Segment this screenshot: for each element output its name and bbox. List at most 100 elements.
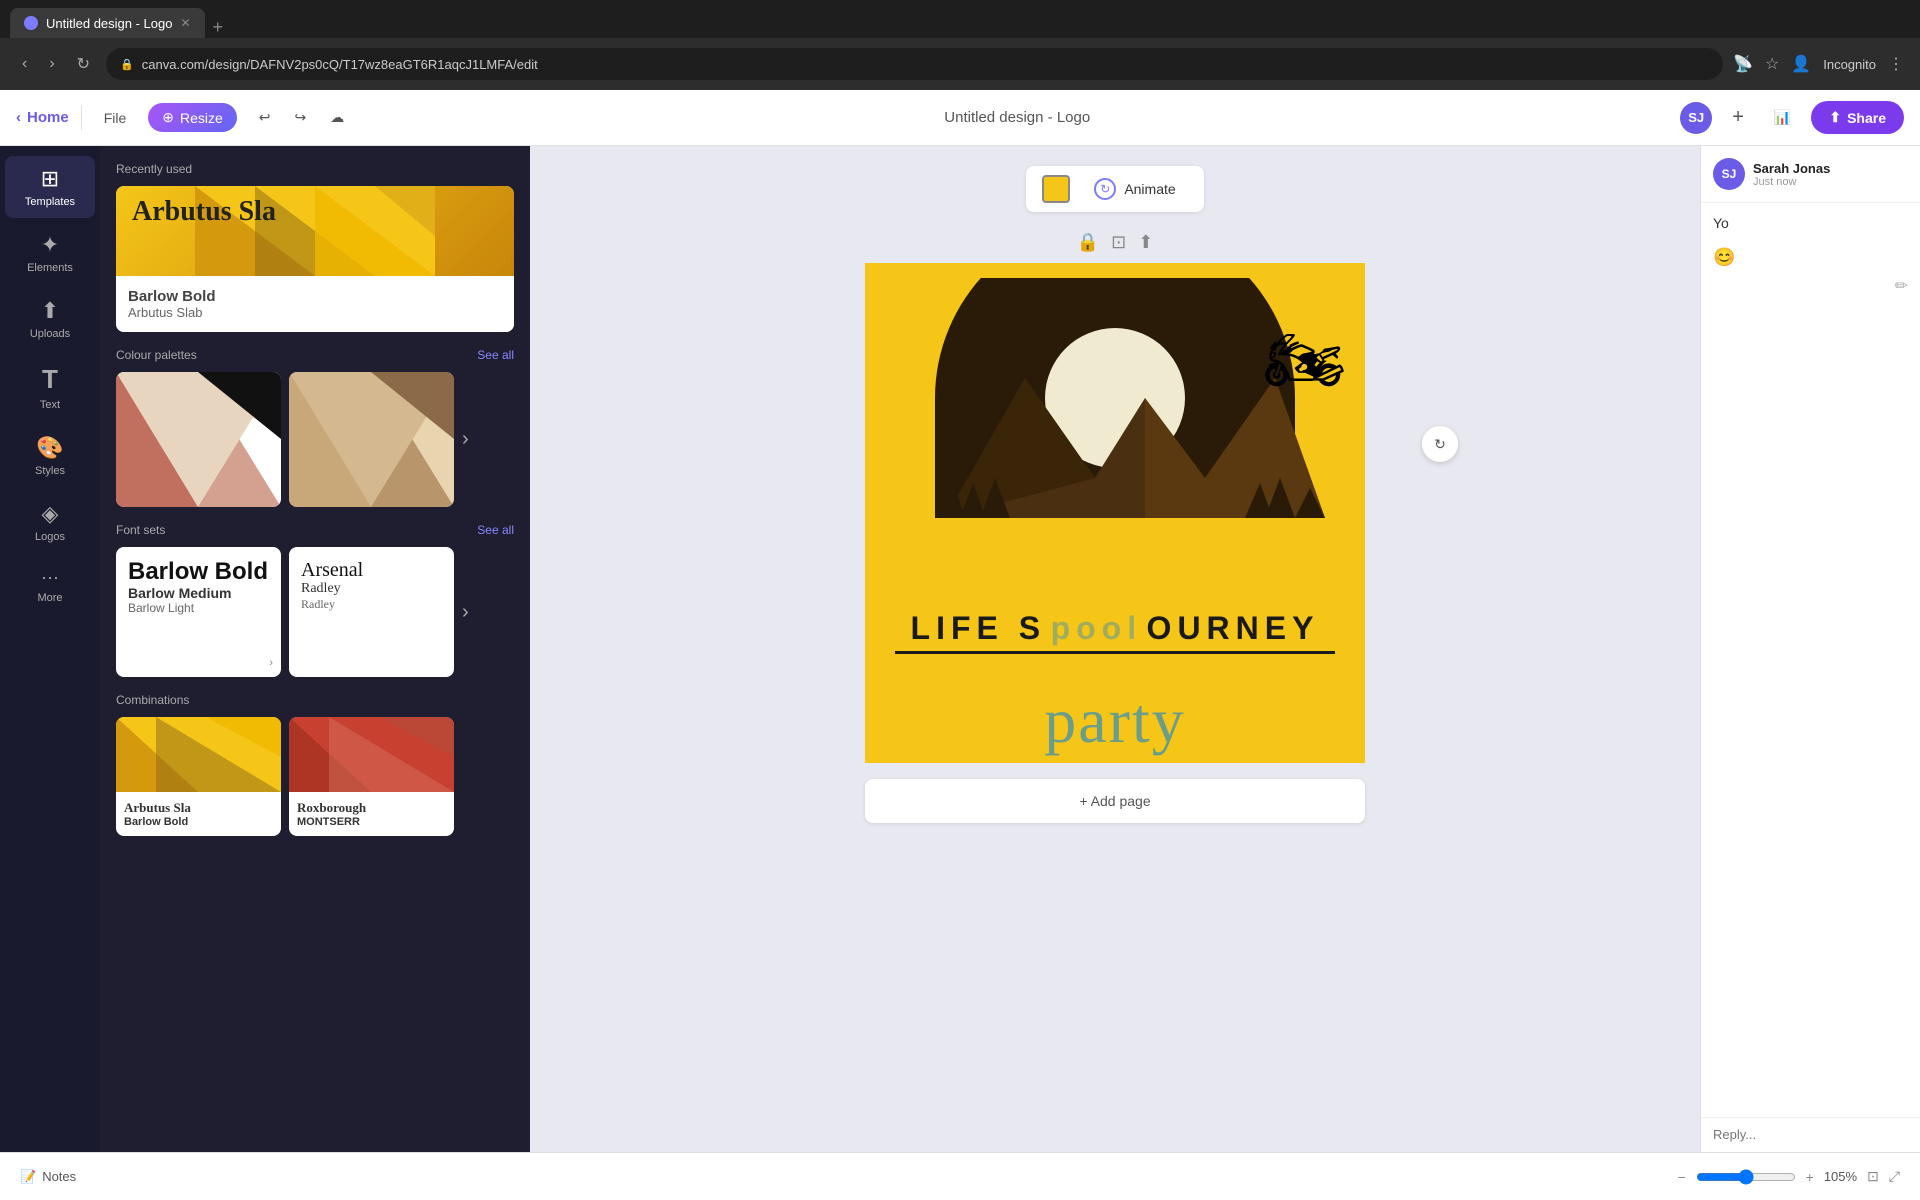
resize-button[interactable]: ⊕ Resize (148, 103, 237, 132)
user-avatar: SJ (1680, 102, 1712, 134)
styles-label: Styles (35, 465, 65, 477)
share-button[interactable]: ⬆ Share (1811, 101, 1904, 134)
reply-input[interactable] (1713, 1127, 1908, 1142)
address-bar[interactable]: 🔒 canva.com/design/DAFNV2ps0cQ/T17wz8eaG… (106, 48, 1723, 80)
combo-svg-2 (289, 717, 454, 792)
comment-reply-area[interactable] (1701, 1117, 1920, 1152)
add-page-button[interactable]: + Add page (865, 779, 1365, 823)
sidebar-item-logos[interactable]: ◈ Logos (5, 491, 95, 553)
menu-icon[interactable]: ⋮ (1888, 54, 1904, 74)
combo-card-2[interactable]: Roxborough MONTSERR (289, 717, 454, 836)
sidebar-item-elements[interactable]: ✦ Elements (5, 222, 95, 284)
zoom-slider[interactable] (1696, 1169, 1796, 1185)
fit-page-icon[interactable]: ⊡ (1867, 1168, 1879, 1185)
design-title: Untitled design - Logo (944, 109, 1090, 126)
notes-button[interactable]: 📝 Notes (20, 1169, 76, 1185)
analytics-button[interactable]: 📊 (1764, 103, 1801, 132)
comment-avatar: SJ (1713, 158, 1745, 190)
zoom-value: 105% (1824, 1169, 1857, 1184)
combo2-font1: Roxborough (297, 800, 446, 816)
edit-comment-icon[interactable]: ✏ (1701, 272, 1920, 300)
tab-bar: Untitled design - Logo ✕ + (0, 0, 1920, 38)
zoom-in-icon[interactable]: + (1806, 1169, 1814, 1185)
combo1-font1: Arbutus Sla (124, 800, 273, 816)
fs1-name2: Barlow Medium (128, 585, 269, 601)
rotate-circle[interactable]: ↻ (1422, 426, 1458, 462)
text-label: Text (40, 399, 60, 411)
home-label: Home (27, 109, 69, 126)
fs2-name3: Radley (301, 597, 442, 612)
fontset-card-1[interactable]: Barlow Bold Barlow Medium Barlow Light › (116, 547, 281, 677)
fontsets-row: Barlow Bold Barlow Medium Barlow Light ›… (116, 547, 514, 677)
combo-svg-1 (116, 717, 281, 792)
combo-card-1[interactable]: Arbutus Sla Barlow Bold (116, 717, 281, 836)
canvas-area: ↻ Animate 🔒 ⊡ ⬆ (530, 146, 1700, 1152)
forward-button[interactable]: › (43, 51, 60, 77)
elements-icon: ✦ (41, 232, 59, 258)
combinations-row: Arbutus Sla Barlow Bold Roxb (116, 717, 514, 836)
incognito-label: Incognito (1823, 57, 1876, 72)
canvas-frame: 🏍 LIFE S pool OURNEY party (865, 263, 1365, 763)
url-text: canva.com/design/DAFNV2ps0cQ/T17wz8eaGT6… (142, 57, 538, 72)
lock-canvas-icon[interactable]: 🔒 (1077, 232, 1099, 253)
canvas-toolbar: ↻ Animate (1026, 166, 1203, 212)
replace-icon[interactable]: ⊡ (1111, 232, 1126, 253)
palette-next-icon[interactable]: › (462, 428, 469, 451)
logos-icon: ◈ (42, 501, 59, 527)
profile-icon[interactable]: 👤 (1791, 54, 1811, 74)
palette-card-2[interactable] (289, 372, 454, 507)
recently-used-card[interactable]: Arbutus Sla Barlow Bold Arbutus Slab (116, 186, 514, 332)
pool-party-text: party (865, 684, 1365, 758)
ru-preview: Arbutus Sla (116, 186, 514, 276)
pool-overlay: pool (1051, 610, 1143, 646)
cast-icon[interactable]: 📡 (1733, 54, 1753, 74)
fontsets-see-all[interactable]: See all (477, 523, 514, 537)
active-tab[interactable]: Untitled design - Logo ✕ (10, 8, 205, 38)
new-tab-button[interactable]: + (213, 17, 224, 38)
main-area: ⊞ Templates ✦ Elements ⬆ Uploads T Text … (0, 146, 1920, 1152)
bookmark-icon[interactable]: ☆ (1765, 54, 1779, 74)
zoom-out-icon[interactable]: − (1677, 1169, 1685, 1185)
add-button[interactable]: + (1722, 100, 1754, 135)
sidebar-item-templates[interactable]: ⊞ Templates (5, 156, 95, 218)
design-canvas[interactable]: 🏍 LIFE S pool OURNEY party (865, 263, 1365, 763)
home-button[interactable]: ‹ Home (16, 109, 69, 126)
app: ‹ Home File ⊕ Resize ↩ ↪ ☁ Untitled desi… (0, 90, 1920, 1200)
palettes-see-all[interactable]: See all (477, 348, 514, 362)
color-swatch[interactable] (1042, 175, 1070, 203)
comment-time: Just now (1753, 176, 1830, 188)
recently-used-label: Recently used (116, 162, 514, 176)
fs2-name2: Radley (301, 581, 442, 597)
palette-svg-2 (289, 372, 454, 507)
ru-font-preview: Arbutus Sla (132, 196, 276, 228)
sidebar-item-text[interactable]: T Text (5, 354, 95, 421)
save-button[interactable]: ☁ (320, 103, 354, 132)
canvas-frame-icons: 🔒 ⊡ ⬆ (1077, 232, 1154, 253)
templates-label: Templates (25, 196, 75, 208)
fontset-card-2[interactable]: Arsenal Radley Radley (289, 547, 454, 677)
sidebar-item-uploads[interactable]: ⬆ Uploads (5, 288, 95, 350)
redo-button[interactable]: ↪ (285, 103, 317, 132)
canvas-rotate-tool[interactable]: ↻ (1422, 426, 1458, 462)
toolbar-history: ↩ ↪ ☁ (249, 103, 354, 132)
combo-preview-1 (116, 717, 281, 792)
fullscreen-icon[interactable]: ⤢ (1889, 1168, 1900, 1185)
fs1-name1: Barlow Bold (128, 559, 269, 585)
palette-card-1[interactable] (116, 372, 281, 507)
sidebar-item-more[interactable]: ··· More (5, 557, 95, 614)
back-button[interactable]: ‹ (16, 51, 33, 77)
file-button[interactable]: File (94, 104, 137, 132)
animate-button[interactable]: ↻ Animate (1082, 172, 1187, 206)
cursor-hint: › (269, 657, 273, 669)
export-icon[interactable]: ⬆ (1138, 232, 1153, 253)
logos-label: Logos (35, 531, 65, 543)
toolbar-title: Untitled design - Logo (366, 109, 1668, 126)
undo-button[interactable]: ↩ (249, 103, 281, 132)
comment-user: SJ Sarah Jonas Just now (1701, 146, 1920, 203)
fontsets-next-icon[interactable]: › (462, 601, 469, 624)
tab-close-btn[interactable]: ✕ (180, 16, 190, 30)
motocross-rider: 🏍 (1264, 323, 1345, 398)
palettes-row: › (116, 372, 514, 507)
reload-button[interactable]: ↻ (71, 50, 96, 78)
sidebar-item-styles[interactable]: 🎨 Styles (5, 425, 95, 487)
